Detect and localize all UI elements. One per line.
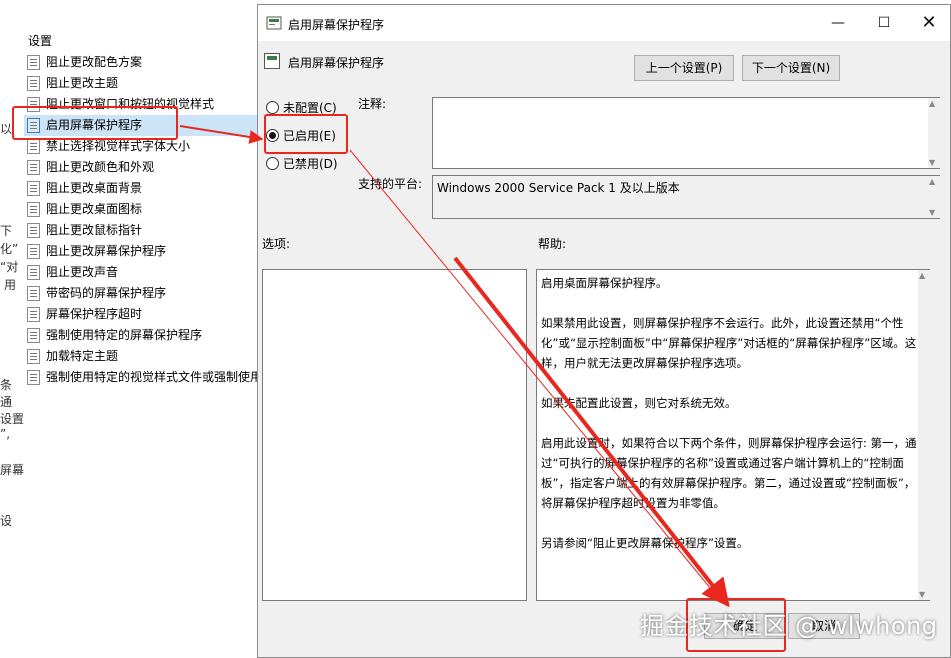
policy-list-item[interactable]: 阻止更改声音: [24, 262, 264, 283]
policy-list-item-label: 强制使用特定的视觉样式文件或强制使用: [46, 370, 263, 384]
help-paragraph: 如果禁用此设置，则屏幕保护程序不会运行。此外，此设置还禁用“个性化”或“显示控制…: [541, 316, 917, 370]
radio-disabled-dot[interactable]: [266, 157, 279, 170]
close-button[interactable]: ✕: [906, 5, 951, 41]
policy-list-panel: 设置 阻止更改配色方案 阻止更改主题 阻止更改窗口和按钮的视觉样式 启用屏幕保护程序禁…: [0, 0, 264, 658]
policy-dialog: 启用屏幕保护程序 — ☐ ✕ 启用屏幕保护程序 上一个设置(P) 下一个设置(N…: [257, 4, 951, 658]
policy-setting-icon: [27, 349, 40, 364]
highlight-box-enabled: [264, 114, 348, 154]
policy-list-item[interactable]: 加载特定主题: [24, 346, 264, 367]
policy-list-item-label: 加载特定主题: [46, 349, 119, 363]
edge-fragment: 屏幕: [0, 463, 25, 477]
supported-platform-label: 支持的平台:: [358, 177, 423, 191]
edge-fragment: 化”: [0, 242, 19, 256]
supported-platform-value: Windows 2000 Service Pack 1 及以上版本: [432, 175, 940, 219]
help-scrollbar[interactable]: [918, 270, 930, 600]
policy-setting-icon: [27, 202, 40, 217]
window-title: 启用屏幕保护程序: [288, 18, 385, 32]
policy-list: 阻止更改配色方案 阻止更改主题 阻止更改窗口和按钮的视觉样式 启用屏幕保护程序 禁止选择…: [24, 52, 264, 388]
minimize-button[interactable]: —: [815, 5, 861, 41]
policy-setting-icon: [27, 139, 40, 154]
edge-fragment: 用: [4, 278, 17, 292]
policy-setting-icon: [27, 244, 40, 259]
platform-scrollbar[interactable]: [928, 176, 940, 218]
edge-fragment: 下: [0, 224, 13, 238]
policy-name: 启用屏幕保护程序: [288, 56, 385, 70]
edge-fragment: 条: [0, 378, 13, 392]
policy-list-item[interactable]: 带密码的屏幕保护程序: [24, 283, 264, 304]
policy-list-item-label: 阻止更改颜色和外观: [46, 160, 155, 174]
policy-list-item-label: 阻止更改声音: [46, 265, 119, 279]
edge-fragment: 通: [0, 395, 13, 409]
policy-list-item[interactable]: 阻止更改屏幕保护程序: [24, 241, 264, 262]
policy-setting-icon: [27, 181, 40, 196]
edge-fragment: “对: [0, 260, 19, 274]
policy-list-item-label: 阻止更改桌面背景: [46, 181, 143, 195]
edge-fragment: 以: [0, 122, 13, 136]
policy-list-item[interactable]: 阻止更改桌面图标: [24, 199, 264, 220]
policy-list-item-label: 阻止更改配色方案: [46, 55, 143, 69]
radio-disabled[interactable]: 已禁用(D): [266, 155, 338, 172]
policy-setting-icon: [27, 160, 40, 175]
policy-list-item[interactable]: 强制使用特定的视觉样式文件或强制使用: [24, 367, 264, 388]
next-setting-button[interactable]: 下一个设置(N): [742, 55, 840, 81]
policy-setting-icon: [27, 223, 40, 238]
comment-label: 注释:: [358, 97, 387, 111]
edge-fragment: 设置: [0, 412, 25, 426]
policy-list-item[interactable]: 阻止更改鼠标指针: [24, 220, 264, 241]
policy-list-item[interactable]: 屏幕保护程序超时: [24, 304, 264, 325]
policy-list-item[interactable]: 阻止更改桌面背景: [24, 178, 264, 199]
edge-fragment: 设: [0, 514, 13, 528]
policy-list-item-label: 强制使用特定的屏幕保护程序: [46, 328, 203, 342]
policy-list-item-label: 屏幕保护程序超时: [46, 307, 143, 321]
options-label: 选项:: [262, 237, 291, 251]
policy-list-item[interactable]: 阻止更改配色方案: [24, 52, 264, 73]
previous-setting-button[interactable]: 上一个设置(P): [634, 55, 734, 81]
policy-list-item-label: 带密码的屏幕保护程序: [46, 286, 167, 300]
policy-setting-icon: [27, 328, 40, 343]
policy-setting-icon: [27, 370, 40, 385]
highlight-box-policy: [12, 106, 178, 140]
policy-setting-icon: [27, 286, 40, 301]
column-header-setting: 设置: [28, 34, 53, 48]
comment-textarea[interactable]: [432, 97, 940, 169]
policy-list-item[interactable]: 强制使用特定的屏幕保护程序: [24, 325, 264, 346]
help-paragraph: 启用此设置时，如果符合以下两个条件，则屏幕保护程序会运行: 第一，通过“可执行的…: [541, 436, 917, 510]
policy-list-item-label: 阻止更改屏幕保护程序: [46, 244, 167, 258]
policy-setting-icon: [27, 265, 40, 280]
policy-setting-icon: [27, 307, 40, 322]
help-paragraph: 启用桌面屏幕保护程序。: [541, 276, 668, 290]
policy-setting-icon: [264, 53, 280, 69]
help-label: 帮助:: [538, 237, 567, 251]
policy-list-item-label: 阻止更改鼠标指针: [46, 223, 143, 237]
help-paragraph: 另请参阅“阻止更改屏幕保护程序”设置。: [541, 536, 749, 550]
policy-setting-icon: [27, 76, 40, 91]
radio-disabled-label: 已禁用(D): [283, 157, 338, 171]
policy-setting-icon: [27, 55, 40, 70]
policy-icon: [266, 16, 282, 30]
title-bar[interactable]: 启用屏幕保护程序 — ☐ ✕: [258, 5, 950, 41]
policy-list-item[interactable]: 阻止更改颜色和外观: [24, 157, 264, 178]
comment-scrollbar[interactable]: [928, 98, 940, 168]
policy-list-item-label: 阻止更改桌面图标: [46, 202, 143, 216]
maximize-button[interactable]: ☐: [861, 5, 907, 41]
policy-list-item-label: 阻止更改主题: [46, 76, 119, 90]
policy-list-item[interactable]: 阻止更改主题: [24, 73, 264, 94]
help-text: 启用桌面屏幕保护程序。 如果禁用此设置，则屏幕保护程序不会运行。此外，此设置还禁…: [536, 269, 930, 601]
options-panel: [262, 269, 527, 601]
watermark: 掘金技术社区 @ wlwhong: [640, 612, 938, 640]
radio-not-configured-dot[interactable]: [266, 101, 279, 114]
help-paragraph: 如果未配置此设置，则它对系统无效。: [541, 396, 737, 410]
edge-fragment: ”,: [0, 427, 11, 441]
